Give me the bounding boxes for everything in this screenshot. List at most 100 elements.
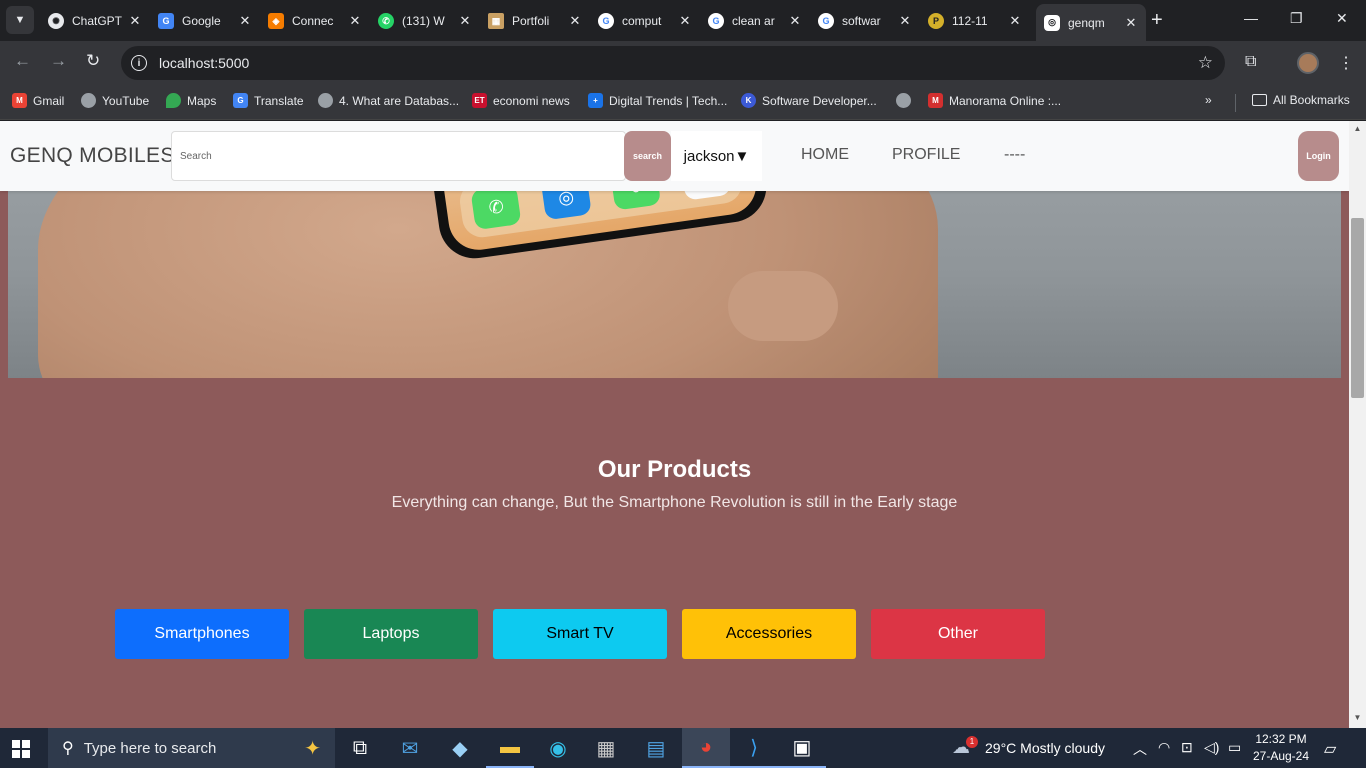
- back-button[interactable]: ←: [14, 51, 31, 71]
- close-icon[interactable]: ✕: [1006, 13, 1024, 29]
- bookmark-label: Software Developer...: [762, 93, 877, 108]
- plus-icon: +: [1151, 9, 1163, 31]
- bookmark-gmail[interactable]: M Gmail: [12, 93, 64, 108]
- scroll-up-arrow-icon[interactable]: ▲: [1349, 124, 1366, 133]
- notifications-icon[interactable]: ▱: [1324, 739, 1336, 759]
- close-icon[interactable]: ✕: [676, 13, 694, 29]
- bookmark-software-developer[interactable]: K Software Developer...: [741, 93, 877, 108]
- category-other-button[interactable]: Other: [871, 609, 1045, 659]
- system-clock[interactable]: 12:32 PM 27-Aug-24: [1250, 731, 1312, 765]
- chevron-up-icon[interactable]: ︿: [1133, 739, 1147, 759]
- bookmark-label: Translate: [254, 93, 304, 108]
- windows-start-icon[interactable]: [12, 740, 30, 758]
- minimize-button[interactable]: —: [1244, 10, 1258, 26]
- volume-icon[interactable]: ◁): [1204, 739, 1219, 756]
- vscode-icon[interactable]: ⟩: [730, 728, 778, 768]
- bookmark-digital-trends[interactable]: + Digital Trends | Tech...: [588, 93, 727, 108]
- search-button[interactable]: search: [624, 131, 671, 181]
- close-icon[interactable]: ✕: [786, 13, 804, 29]
- close-icon[interactable]: ✕: [126, 13, 144, 29]
- tab-chatgpt[interactable]: ✺ ChatGPT ✕: [40, 6, 150, 36]
- nav-extra-link[interactable]: ----: [1004, 146, 1025, 164]
- tab-genqmobiles[interactable]: ◎ genqm ✕: [1036, 4, 1146, 41]
- file-explorer-icon[interactable]: ▬: [486, 728, 534, 768]
- bookmark-databases[interactable]: 4. What are Databas...: [318, 93, 459, 108]
- address-bar[interactable]: i localhost:5000 ☆: [121, 46, 1225, 80]
- bookmark-globe[interactable]: [896, 93, 917, 108]
- profile-avatar[interactable]: [1297, 52, 1319, 74]
- products-title: Our Products: [597, 456, 752, 483]
- phone-app-icon: ✆: [470, 184, 522, 231]
- close-icon[interactable]: ✕: [346, 13, 364, 29]
- battery-icon[interactable]: ▭: [1228, 739, 1241, 756]
- wifi-icon[interactable]: ◠: [1158, 739, 1170, 756]
- category-smart-tv-button[interactable]: Smart TV: [493, 609, 667, 659]
- bookmark-youtube[interactable]: YouTube: [81, 93, 149, 108]
- bookmark-maps[interactable]: Maps: [166, 93, 216, 108]
- bookmark-manorama[interactable]: M Manorama Online :...: [928, 93, 1061, 108]
- all-bookmarks-button[interactable]: All Bookmarks: [1252, 93, 1350, 107]
- browser-toolbar: ← → ↻ i localhost:5000 ☆ ⧉ ⋮: [0, 41, 1366, 85]
- new-tab-button[interactable]: +: [1151, 10, 1163, 30]
- close-window-button[interactable]: ✕: [1336, 10, 1348, 27]
- nav-profile-link[interactable]: PROFILE: [892, 146, 960, 164]
- search-input[interactable]: [171, 131, 626, 181]
- task-view-icon[interactable]: ⧉: [336, 728, 384, 768]
- chrome-icon[interactable]: ◕: [682, 728, 730, 768]
- close-icon[interactable]: ✕: [456, 13, 474, 29]
- category-laptops-button[interactable]: Laptops: [304, 609, 478, 659]
- page-scrollbar[interactable]: ▲ ▼: [1349, 121, 1366, 728]
- bookmark-translate[interactable]: G Translate: [233, 93, 304, 108]
- restore-button[interactable]: ❐: [1290, 10, 1303, 27]
- tab-google-translate[interactable]: G Google ✕: [150, 6, 260, 36]
- login-button[interactable]: Login: [1298, 131, 1339, 181]
- bookmark-star-icon[interactable]: ☆: [1198, 53, 1213, 73]
- close-icon[interactable]: ✕: [896, 13, 914, 29]
- category-accessories-button[interactable]: Accessories: [682, 609, 856, 659]
- tab-google-search-3[interactable]: G softwar ✕: [810, 6, 920, 36]
- scroll-thumb[interactable]: [1351, 218, 1364, 398]
- category-smartphones-button[interactable]: Smartphones: [115, 609, 289, 659]
- calendar-icon[interactable]: ▤: [632, 728, 680, 768]
- tab-search-button[interactable]: ▼: [6, 6, 34, 34]
- tab-google-search-2[interactable]: G clean ar ✕: [700, 6, 810, 36]
- menu-kebab-icon[interactable]: ⋮: [1338, 53, 1354, 73]
- tab-whatsapp[interactable]: ✆ (131) W ✕: [370, 6, 480, 36]
- mail-icon[interactable]: ✉: [386, 728, 434, 768]
- usb-icon[interactable]: ⊡: [1181, 739, 1193, 756]
- scroll-down-arrow-icon[interactable]: ▼: [1349, 713, 1366, 722]
- weather-text[interactable]: 29°C Mostly cloudy: [985, 740, 1105, 756]
- globe-icon: [318, 93, 333, 108]
- feedback-app-icon[interactable]: ▣: [778, 728, 826, 768]
- taskbar-search-box[interactable]: ⚲ Type here to search ✦: [48, 728, 335, 768]
- all-bookmarks-label: All Bookmarks: [1273, 93, 1350, 107]
- url-text[interactable]: localhost:5000: [159, 55, 249, 71]
- software-dev-icon: K: [741, 93, 756, 108]
- notes-app-icon[interactable]: ◆: [436, 728, 484, 768]
- forward-button[interactable]: →: [50, 51, 67, 71]
- tab-connect[interactable]: ◈ Connec ✕: [260, 6, 370, 36]
- portfolio-icon: ▦: [488, 13, 504, 29]
- close-icon[interactable]: ✕: [236, 13, 254, 29]
- site-brand[interactable]: GENQ MOBILES: [10, 144, 175, 168]
- tab-title: Google: [182, 14, 221, 28]
- bookmark-label: Digital Trends | Tech...: [609, 93, 728, 108]
- tab-google-search-1[interactable]: G comput ✕: [590, 6, 700, 36]
- bookmark-label: Gmail: [33, 93, 65, 108]
- extensions-icon[interactable]: ⧉: [1245, 53, 1256, 71]
- bookmarks-overflow-button[interactable]: »: [1205, 93, 1212, 107]
- close-icon[interactable]: ✕: [566, 13, 584, 29]
- tab-portfolio[interactable]: ▦ Portfoli ✕: [480, 6, 590, 36]
- edge-browser-icon[interactable]: ◉: [534, 728, 582, 768]
- double-chevron-right-icon: »: [1205, 93, 1212, 107]
- calculator-icon[interactable]: ▦: [582, 728, 630, 768]
- reload-button[interactable]: ↻: [86, 51, 100, 71]
- chatgpt-icon: ✺: [48, 13, 64, 29]
- user-dropdown[interactable]: jackson▼: [671, 131, 762, 181]
- close-icon[interactable]: ✕: [1122, 15, 1140, 31]
- tab-pdf[interactable]: P 112-11 ✕: [920, 6, 1030, 36]
- site-info-icon[interactable]: i: [131, 55, 147, 71]
- nav-home-link[interactable]: HOME: [801, 146, 849, 164]
- tab-title: ChatGPT: [72, 14, 123, 28]
- bookmark-economic-news[interactable]: ET economi news: [472, 93, 570, 108]
